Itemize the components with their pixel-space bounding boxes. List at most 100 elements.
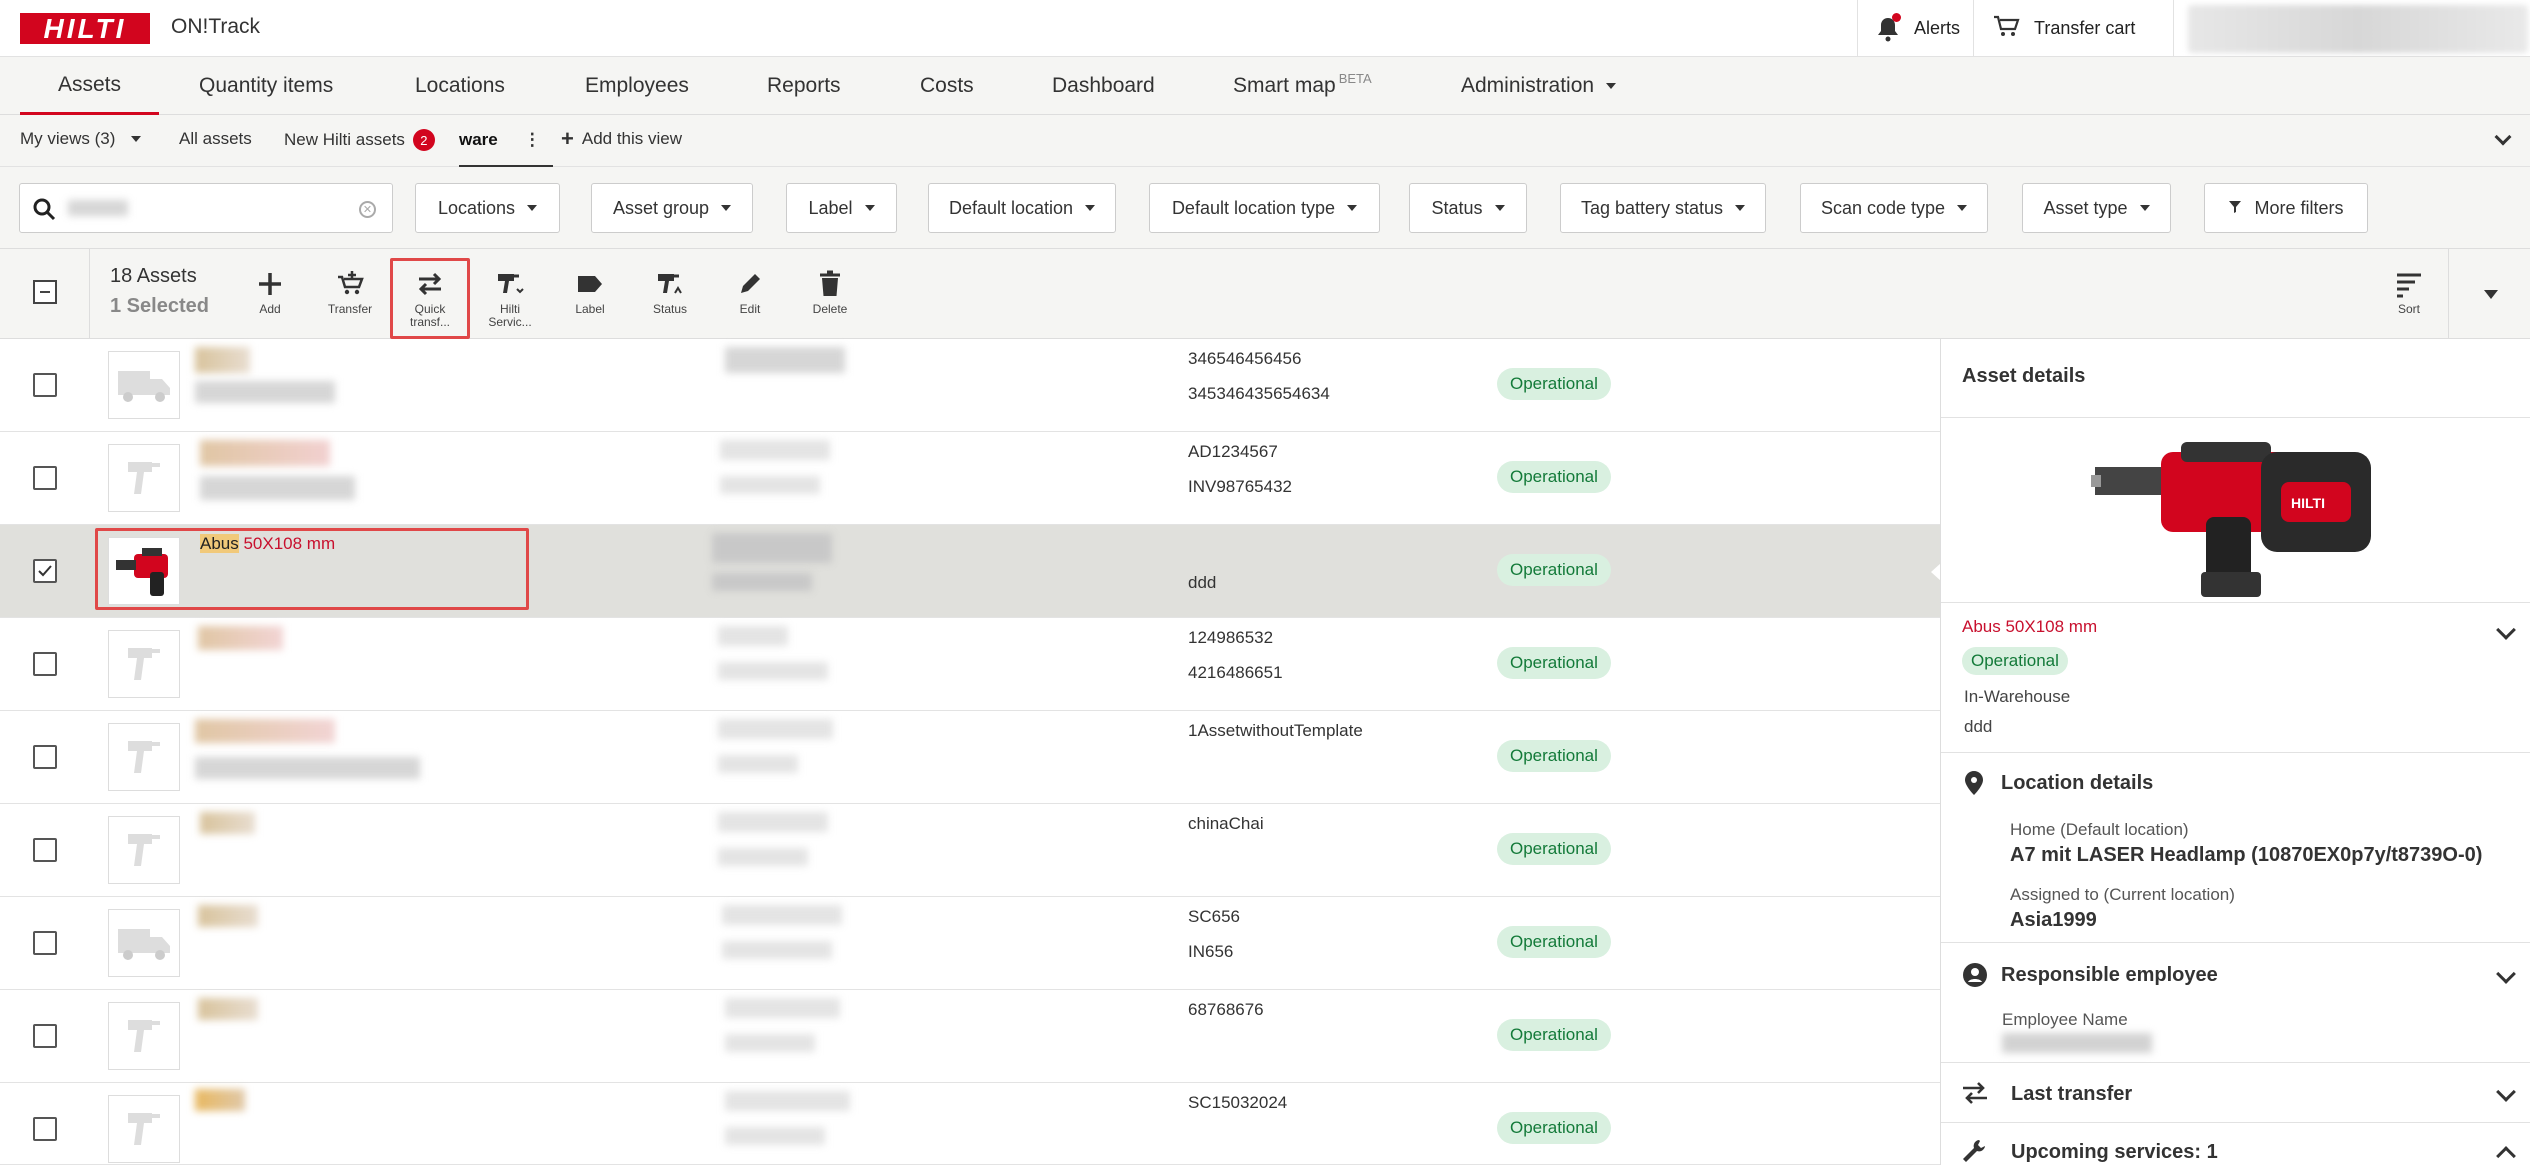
view-all-assets[interactable]: All assets: [179, 129, 252, 149]
collapse-chevron-icon[interactable]: [2494, 128, 2512, 146]
table-row[interactable]: SC656 IN656 Operational: [0, 897, 1940, 990]
edit-button[interactable]: Edit: [715, 259, 785, 329]
transfer-cart-button[interactable]: Transfer cart: [1973, 0, 2174, 57]
view-ware[interactable]: ware ⋮: [459, 115, 553, 167]
chevron-down-icon[interactable]: [2496, 620, 2516, 640]
add-button[interactable]: Add: [235, 259, 305, 329]
employee-name-label: Employee Name: [2002, 1010, 2128, 1029]
drill-icon: [108, 1002, 180, 1070]
row-checkbox-checked[interactable]: [33, 559, 57, 583]
view-label: All assets: [179, 129, 252, 148]
chevron-down-icon: [1957, 205, 1968, 211]
row-checkbox[interactable]: [33, 1117, 57, 1141]
row-checkbox[interactable]: [33, 466, 57, 490]
toolbar-expand[interactable]: [2448, 249, 2530, 339]
table-row[interactable]: chinaChai Operational: [0, 804, 1940, 897]
location-blurred-2: [718, 755, 798, 773]
row-checkbox[interactable]: [33, 931, 57, 955]
kebab-menu-icon[interactable]: ⋮: [524, 130, 541, 150]
tab-dashboard[interactable]: Dashboard: [1052, 57, 1155, 115]
table-row[interactable]: SC15032024 Operational: [0, 1083, 1940, 1165]
user-menu[interactable]: [2188, 5, 2528, 53]
chevron-up-icon[interactable]: [2496, 1146, 2516, 1166]
clear-search-icon[interactable]: ✕: [359, 201, 376, 218]
table-row[interactable]: 1AssetwithoutTemplate Operational: [0, 711, 1940, 804]
filter-tag-battery-status[interactable]: Tag battery status: [1560, 183, 1766, 233]
tool-label: Edit: [739, 302, 761, 316]
row-checkbox[interactable]: [33, 1024, 57, 1048]
tab-label: Smart map: [1233, 74, 1336, 97]
chevron-down-icon: [864, 205, 875, 211]
filter-label: Asset type: [2043, 197, 2128, 218]
current-location-value[interactable]: Asia1999: [2010, 909, 2097, 932]
table-row-selected[interactable]: Abus 50X108 mm ddd Operational: [0, 525, 1941, 618]
scan-code: SC656: [1188, 907, 1240, 926]
filter-default-location[interactable]: Default location: [928, 183, 1116, 233]
cart-transfer-icon: [338, 271, 364, 295]
truck-icon: [108, 351, 180, 419]
filter-label[interactable]: Label: [786, 183, 897, 233]
upcoming-services-section[interactable]: Upcoming services: 1: [1941, 1122, 2530, 1166]
status-badge: Operational: [1497, 554, 1611, 586]
tab-label: Reports: [767, 74, 841, 97]
tab-costs[interactable]: Costs: [920, 57, 974, 115]
svg-text:HILTI: HILTI: [2291, 495, 2325, 511]
filter-asset-group[interactable]: Asset group: [591, 183, 753, 233]
my-views-dropdown[interactable]: My views (3): [20, 129, 142, 149]
tab-assets[interactable]: Assets: [20, 57, 160, 115]
asset-list: 346546456456 345346435654634 Operational…: [0, 339, 1941, 1165]
alerts-label: Alerts: [1914, 18, 1961, 38]
table-row[interactable]: AD1234567 INV98765432 Operational: [0, 432, 1940, 525]
sort-button[interactable]: Sort: [2374, 259, 2444, 329]
table-row[interactable]: 346546456456 345346435654634 Operational: [0, 339, 1940, 432]
location-blurred: [718, 719, 833, 739]
filter-label-text: Label: [808, 197, 853, 218]
filter-asset-type[interactable]: Asset type: [2022, 183, 2171, 233]
table-row[interactable]: 124986532 4216486651 Operational: [0, 618, 1940, 711]
location-blurred-2: [712, 573, 812, 591]
select-all-checkbox[interactable]: [33, 280, 57, 304]
row-checkbox[interactable]: [33, 745, 57, 769]
hilti-logo[interactable]: HILTI: [20, 13, 150, 44]
quick-transfer-highlight: [390, 258, 470, 339]
add-view-button[interactable]: + Add this view: [561, 128, 682, 150]
last-transfer-section[interactable]: Last transfer: [1941, 1062, 2530, 1122]
filter-scan-code-type[interactable]: Scan code type: [1800, 183, 1988, 233]
chevron-down-icon[interactable]: [2496, 1082, 2516, 1102]
delete-button[interactable]: Delete: [795, 259, 865, 329]
status-badge: Operational: [1497, 740, 1611, 772]
inventory-number: 4216486651: [1188, 663, 1283, 682]
chevron-down-icon: [1735, 205, 1746, 211]
inventory-number: IN656: [1188, 942, 1234, 961]
filter-status[interactable]: Status: [1409, 183, 1527, 233]
employee-name-blurred: [2002, 1033, 2152, 1053]
tab-employees[interactable]: Employees: [585, 57, 689, 115]
alerts-button[interactable]: Alerts: [1857, 0, 1973, 57]
current-location-label: Assigned to (Current location): [2010, 885, 2235, 904]
row-checkbox[interactable]: [33, 652, 57, 676]
hilti-service-button[interactable]: Hilti Servic...: [475, 259, 545, 329]
scan-code: AD1234567: [1188, 442, 1278, 461]
asset-photo: HILTI: [2091, 442, 2371, 597]
status-button[interactable]: Status: [635, 259, 705, 329]
status-badge: Operational: [1497, 1019, 1611, 1051]
location-blurred: [725, 347, 845, 373]
search-input[interactable]: ✕: [19, 183, 393, 233]
label-button[interactable]: Label: [555, 259, 625, 329]
view-new-hilti-assets[interactable]: New Hilti assets 2: [284, 129, 435, 151]
chevron-down-icon[interactable]: [2496, 964, 2516, 984]
tab-reports[interactable]: Reports: [767, 57, 841, 115]
filter-locations[interactable]: Locations: [415, 183, 560, 233]
transfer-button[interactable]: Transfer: [315, 259, 385, 329]
tab-administration[interactable]: Administration: [1461, 57, 1617, 115]
home-location-value[interactable]: A7 mit LASER Headlamp (10870EX0p7y/t8739…: [2010, 844, 2482, 867]
row-checkbox[interactable]: [33, 838, 57, 862]
row-checkbox[interactable]: [33, 373, 57, 397]
tab-locations[interactable]: Locations: [415, 57, 505, 115]
filter-default-location-type[interactable]: Default location type: [1149, 183, 1380, 233]
table-row[interactable]: 68768676 Operational: [0, 990, 1940, 1083]
tab-quantity-items[interactable]: Quantity items: [199, 57, 333, 115]
more-filters-button[interactable]: More filters: [2204, 183, 2368, 233]
tab-smart-map[interactable]: Smart map BETA: [1233, 57, 1372, 115]
location-blurred-2: [718, 662, 828, 680]
